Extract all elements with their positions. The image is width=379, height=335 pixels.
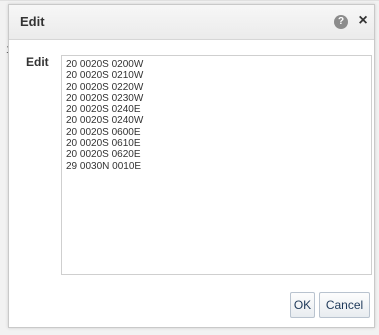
dialog-title: Edit [20,14,45,29]
edit-field-label: Edit [26,55,49,69]
close-icon[interactable]: × [356,12,370,30]
help-icon[interactable]: ? [334,15,348,29]
ok-button[interactable]: OK [290,292,315,318]
dialog-titlebar: Edit ? × [9,5,374,40]
cancel-button[interactable]: Cancel [319,292,370,318]
edit-dialog: Edit ? × Edit 20 0020S 0200W 20 0020S 02… [8,4,375,328]
edit-textarea[interactable]: 20 0020S 0200W 20 0020S 0210W 20 0020S 0… [61,55,372,275]
backdrop-divider [0,0,379,1]
